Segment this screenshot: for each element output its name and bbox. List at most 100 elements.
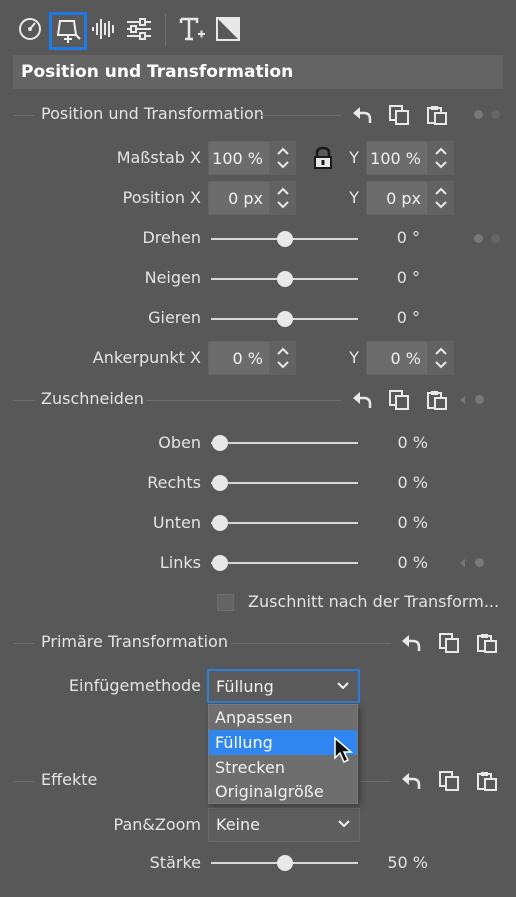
keyframe-dot[interactable] — [475, 558, 484, 567]
crop-left-slider-track[interactable] — [211, 562, 358, 564]
paste-icon[interactable] — [426, 389, 448, 411]
crop-top-value: 0 % — [397, 433, 428, 452]
tilt-value: 0 ° — [396, 268, 420, 287]
dropdown-option-originalgroesse[interactable]: Originalgröße — [209, 779, 357, 804]
crop-right-value: 0 % — [397, 473, 428, 492]
scale-x-label: Maßstab X — [116, 148, 201, 167]
scale-x-input[interactable]: 100 % — [208, 141, 270, 175]
crop-right-slider-knob[interactable] — [212, 475, 228, 491]
keyframe-dot[interactable] — [474, 110, 483, 119]
anchor-x-label: Ankerpunkt X — [92, 348, 201, 367]
paste-icon[interactable] — [476, 632, 498, 654]
insert-method-label: Einfügemethode — [68, 676, 201, 695]
sliders-icon[interactable] — [124, 14, 154, 44]
section-line — [13, 115, 35, 116]
crop-bottom-slider-knob[interactable] — [212, 515, 228, 531]
section-line — [261, 115, 341, 116]
dropdown-option-anpassen[interactable]: Anpassen — [209, 705, 357, 730]
position-y-input[interactable]: 0 px — [366, 181, 428, 215]
keyframe-dot[interactable] — [475, 395, 484, 404]
anchor-y-input[interactable]: 0 % — [366, 341, 428, 375]
insert-method-select[interactable]: Füllung — [207, 669, 360, 703]
mouse-cursor-icon — [333, 736, 355, 766]
toolbar-divider — [165, 14, 166, 46]
crop-after-transform-checkbox[interactable] — [217, 594, 234, 611]
panzoom-label: Pan&Zoom — [113, 815, 201, 834]
section-line — [13, 781, 35, 782]
section-title-crop: Zuschneiden — [41, 389, 144, 408]
crop-right-slider-track[interactable] — [211, 482, 358, 484]
reset-icon[interactable] — [351, 389, 373, 411]
section-title-effects: Effekte — [41, 770, 98, 789]
panel-title: Position und Transformation — [13, 55, 503, 89]
strength-slider-knob[interactable] — [277, 855, 293, 871]
paste-icon[interactable] — [476, 770, 498, 792]
crop-right-label: Rechts — [147, 473, 201, 492]
keyframe-dot[interactable] — [474, 234, 483, 243]
crop-top-slider-knob[interactable] — [212, 435, 228, 451]
scale-x-stepper[interactable] — [270, 141, 296, 175]
position-y-label: Y — [349, 188, 359, 207]
rotate-label: Drehen — [142, 228, 201, 247]
keyframe-dot[interactable] — [491, 234, 500, 243]
crop-bottom-slider-track[interactable] — [211, 522, 358, 524]
anchor-x-input[interactable]: 0 % — [208, 341, 270, 375]
speedometer-icon[interactable] — [15, 14, 45, 44]
section-line — [231, 643, 391, 644]
keyframe-dot[interactable] — [491, 110, 500, 119]
rotate-slider-knob[interactable] — [277, 231, 293, 247]
reset-icon[interactable] — [351, 104, 373, 126]
scale-y-input[interactable]: 100 % — [366, 141, 428, 175]
crop-left-slider-knob[interactable] — [212, 555, 228, 571]
insert-method-value: Füllung — [216, 677, 274, 696]
section-line — [13, 643, 35, 644]
yaw-label: Gieren — [148, 308, 201, 327]
section-line — [146, 400, 341, 401]
section-line — [13, 400, 35, 401]
reset-icon[interactable] — [400, 770, 422, 792]
copy-icon[interactable] — [438, 632, 460, 654]
crop-bottom-label: Unten — [152, 513, 201, 532]
section-title-primary: Primäre Transformation — [41, 632, 228, 651]
position-x-label: Position X — [122, 188, 201, 207]
prev-keyframe-icon[interactable] — [460, 396, 465, 404]
scale-y-stepper[interactable] — [428, 141, 454, 175]
copy-icon[interactable] — [388, 389, 410, 411]
strength-value: 50 % — [387, 853, 428, 872]
scale-y-label: Y — [349, 148, 359, 167]
text-add-icon[interactable] — [177, 14, 207, 44]
audio-waveform-icon[interactable] — [89, 14, 119, 44]
yaw-value: 0 ° — [396, 308, 420, 327]
copy-icon[interactable] — [438, 770, 460, 792]
anchor-y-stepper[interactable] — [428, 341, 454, 375]
yaw-slider-knob[interactable] — [277, 311, 293, 327]
tilt-slider-knob[interactable] — [277, 271, 293, 287]
anchor-x-stepper[interactable] — [270, 341, 296, 375]
panzoom-select[interactable]: Keine — [208, 808, 360, 842]
panzoom-value: Keine — [216, 815, 260, 834]
crop-top-label: Oben — [158, 433, 201, 452]
mask-icon[interactable] — [213, 14, 243, 44]
section-line — [360, 781, 391, 782]
strength-label: Stärke — [149, 853, 201, 872]
position-x-input[interactable]: 0 px — [208, 181, 270, 215]
crop-top-slider-track[interactable] — [211, 442, 358, 444]
chevron-down-icon — [338, 820, 350, 828]
crop-bottom-value: 0 % — [397, 513, 428, 532]
chevron-down-icon — [337, 682, 349, 690]
lock-icon[interactable] — [312, 146, 334, 170]
reset-icon[interactable] — [400, 632, 422, 654]
rotate-value: 0 ° — [396, 228, 420, 247]
anchor-y-label: Y — [349, 348, 359, 367]
crop-after-transform-label[interactable]: Zuschnitt nach der Transform... — [248, 592, 499, 611]
position-y-stepper[interactable] — [428, 181, 454, 215]
transform-icon[interactable] — [49, 12, 87, 50]
copy-icon[interactable] — [388, 104, 410, 126]
paste-icon[interactable] — [426, 104, 448, 126]
prev-keyframe-icon[interactable] — [460, 559, 465, 567]
crop-left-value: 0 % — [397, 553, 428, 572]
position-x-stepper[interactable] — [270, 181, 296, 215]
crop-left-label: Links — [159, 553, 201, 572]
section-title-position: Position und Transformation — [41, 104, 264, 123]
toolbar — [0, 0, 516, 52]
